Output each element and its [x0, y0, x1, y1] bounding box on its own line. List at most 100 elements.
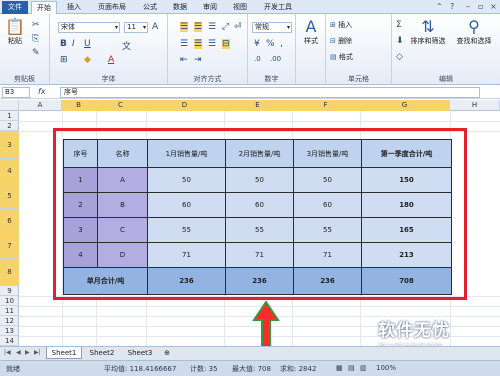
tab-page-layout[interactable]: 页面布局: [92, 1, 132, 14]
font-color-icon[interactable]: A: [108, 55, 114, 65]
last-sheet-icon[interactable]: ▶|: [34, 349, 41, 356]
insert-cells-button[interactable]: ⊞ 插入: [330, 20, 352, 30]
column-header-c[interactable]: C: [96, 100, 146, 111]
bold-icon[interactable]: B: [60, 39, 67, 49]
prev-sheet-icon[interactable]: ◀: [16, 349, 21, 356]
page-break-view-icon[interactable]: ▥: [360, 364, 367, 372]
orientation-icon[interactable]: ⤢: [222, 22, 229, 32]
find-select-button[interactable]: ⚲ 查找和选择: [452, 18, 496, 46]
row-header[interactable]: 3: [0, 131, 19, 159]
column-header-d[interactable]: D: [146, 100, 224, 111]
row-header[interactable]: 5: [0, 184, 19, 209]
normal-view-icon[interactable]: ▦: [336, 364, 343, 372]
font-size-select[interactable]: 11 ▾: [124, 22, 148, 33]
align-left-icon[interactable]: ☰: [180, 39, 188, 49]
increase-indent-icon[interactable]: ⇥: [194, 55, 202, 65]
row-header[interactable]: 7: [0, 234, 19, 259]
tab-review[interactable]: 审阅: [198, 1, 222, 14]
chevron-down-icon: ▾: [286, 24, 290, 31]
column-header-b[interactable]: B: [62, 100, 96, 111]
row-header[interactable]: 6: [0, 209, 19, 234]
align-top-icon[interactable]: ☰: [180, 22, 189, 32]
row-header[interactable]: 4: [0, 159, 19, 184]
increase-decimal-icon[interactable]: .0: [254, 55, 261, 63]
editing-label: 编辑: [439, 75, 453, 83]
fill-icon[interactable]: ⬇: [396, 36, 404, 46]
currency-icon[interactable]: ¥: [254, 39, 260, 49]
formula-input[interactable]: 序号: [60, 87, 480, 98]
grow-font-icon[interactable]: A: [152, 22, 158, 32]
row-header[interactable]: 1: [0, 111, 19, 121]
format-icon: ▤: [330, 53, 339, 61]
window-minimize-icon[interactable]: –: [466, 2, 470, 11]
align-center-icon[interactable]: ☰: [194, 39, 203, 49]
window-restore-icon[interactable]: ▫: [478, 2, 483, 11]
copy-icon[interactable]: ⎘: [32, 34, 39, 44]
fill-color-icon[interactable]: ◆: [84, 55, 91, 65]
sheet-tab-sheet2[interactable]: Sheet2: [84, 347, 120, 359]
row-header[interactable]: 2: [0, 121, 19, 131]
tab-view[interactable]: 视图: [228, 1, 252, 14]
row-header[interactable]: 10: [0, 296, 19, 306]
wrap-text-icon[interactable]: ⏎: [234, 22, 242, 32]
row-header[interactable]: 9: [0, 286, 19, 296]
tab-insert[interactable]: 插入: [62, 1, 86, 14]
italic-icon[interactable]: I: [72, 39, 75, 49]
first-sheet-icon[interactable]: |◀: [4, 349, 11, 356]
tab-home[interactable]: 开始: [31, 1, 57, 14]
sheet-tab-sheet1[interactable]: Sheet1: [46, 347, 82, 359]
next-sheet-icon[interactable]: ▶: [25, 349, 30, 356]
insert-sheet-icon[interactable]: ⊕: [160, 347, 174, 359]
clear-icon[interactable]: ◇: [396, 52, 403, 62]
number-format-select[interactable]: 常规 ▾: [252, 22, 292, 33]
format-painter-icon[interactable]: ✎: [32, 48, 40, 58]
autosum-icon[interactable]: Σ: [396, 20, 402, 30]
align-right-icon[interactable]: ☰: [208, 39, 216, 49]
file-tab[interactable]: 文件: [2, 1, 28, 14]
align-bottom-icon[interactable]: ☰: [208, 22, 216, 32]
help-icon[interactable]: ?: [450, 2, 454, 11]
column-header-f[interactable]: F: [292, 100, 360, 111]
column-header-h[interactable]: H: [450, 100, 500, 111]
percent-icon[interactable]: %: [266, 39, 275, 49]
align-middle-icon[interactable]: ☰: [194, 22, 203, 32]
clipboard-label: 剪贴板: [14, 75, 35, 83]
row-header[interactable]: 11: [0, 306, 19, 316]
decrease-decimal-icon[interactable]: .00: [270, 55, 281, 63]
column-header-g[interactable]: G: [360, 100, 450, 111]
minimize-ribbon-icon[interactable]: ⌃: [436, 2, 443, 11]
column-header-e[interactable]: E: [224, 100, 292, 111]
fx-icon[interactable]: fx: [38, 87, 46, 96]
window-close-icon[interactable]: ×: [490, 2, 497, 11]
merge-center-icon[interactable]: ⊟: [222, 39, 230, 49]
styles-button[interactable]: A 样式: [298, 18, 324, 46]
comma-icon[interactable]: ,: [280, 39, 283, 49]
row-header[interactable]: 14: [0, 336, 19, 346]
wen-icon[interactable]: 文: [122, 39, 131, 52]
column-header-a[interactable]: A: [19, 100, 62, 111]
number-group: 常规 ▾ ¥ % , .0 .00 数字: [248, 14, 296, 85]
underline-icon[interactable]: U: [84, 39, 91, 49]
page-layout-view-icon[interactable]: ▤: [348, 364, 355, 372]
font-name-select[interactable]: 宋体 ▾: [58, 22, 120, 33]
sort-filter-button[interactable]: ⇅ 排序和筛选: [406, 18, 450, 46]
row-headers: 1 2 3 4 5 6 7 8 9 10 11 12 13 14: [0, 111, 19, 346]
insert-icon: ⊞: [330, 21, 339, 29]
tab-developer[interactable]: 开发工具: [258, 1, 298, 14]
delete-cells-button[interactable]: ⊟ 删除: [330, 36, 352, 46]
decrease-indent-icon[interactable]: ⇤: [180, 55, 188, 65]
sheet-tab-sheet3[interactable]: Sheet3: [122, 347, 158, 359]
sheet-tab-bar: |◀ ◀ ▶ ▶| Sheet1 Sheet2 Sheet3 ⊕: [0, 346, 500, 360]
paste-button[interactable]: 📋 粘贴: [4, 18, 26, 46]
select-all-corner[interactable]: [0, 100, 19, 111]
tab-formulas[interactable]: 公式: [138, 1, 162, 14]
border-icon[interactable]: ⊞: [60, 55, 68, 65]
tab-data[interactable]: 数据: [168, 1, 192, 14]
name-box[interactable]: B3: [2, 87, 30, 98]
row-header[interactable]: 8: [0, 259, 19, 286]
format-cells-button[interactable]: ▤ 格式: [330, 52, 353, 62]
row-header[interactable]: 13: [0, 326, 19, 336]
cut-icon[interactable]: ✂: [32, 20, 40, 30]
zoom-level[interactable]: 100%: [376, 364, 396, 372]
row-header[interactable]: 12: [0, 316, 19, 326]
